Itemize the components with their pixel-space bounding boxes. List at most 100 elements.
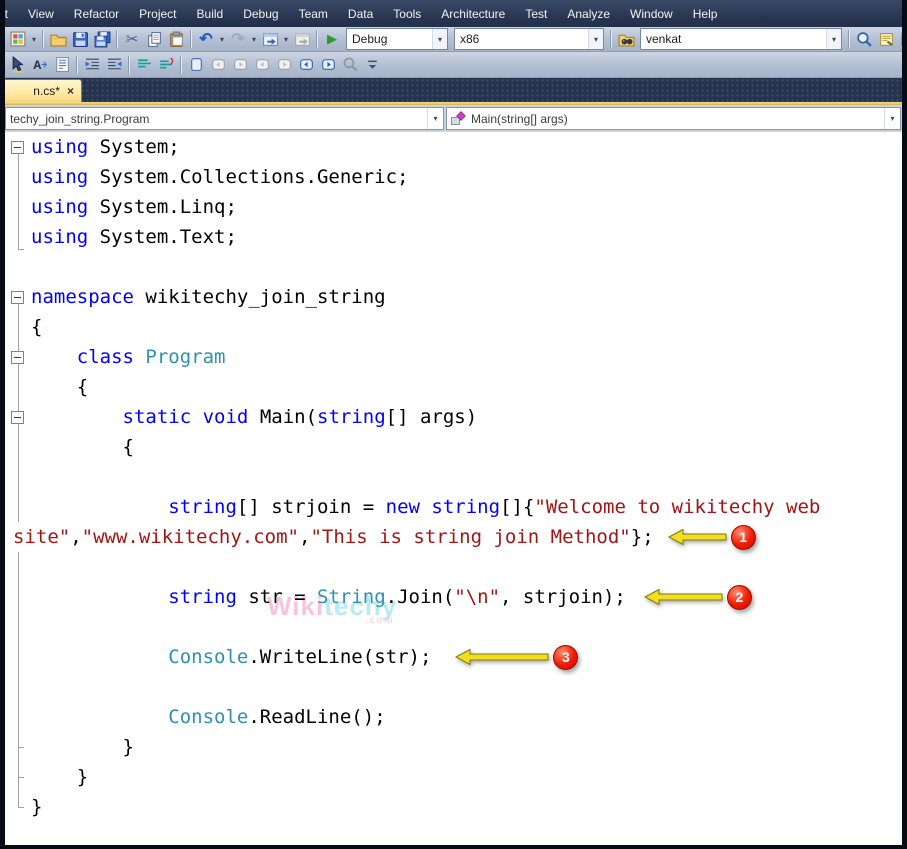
- document-tab-strip: n.cs* ×: [5, 78, 902, 102]
- outlining-gutter: [5, 312, 31, 342]
- code-line: using System.Collections.Generic;: [5, 162, 902, 192]
- navigate-window-disabled-icon[interactable]: [291, 29, 313, 49]
- code-editor[interactable]: Wikitechy.comusing System;using System.C…: [5, 132, 902, 845]
- undo-icon[interactable]: ↶: [195, 29, 217, 49]
- menu-item-it[interactable]: it: [5, 0, 18, 27]
- dropdown-caret-icon[interactable]: ▾: [29, 29, 39, 49]
- code-line: {: [5, 432, 902, 462]
- next-bookmark-document-icon[interactable]: [317, 55, 339, 75]
- menu-item-test[interactable]: Test: [515, 0, 557, 27]
- navigate-to-icon[interactable]: [853, 29, 875, 49]
- cut-icon[interactable]: ✂: [121, 29, 143, 49]
- previous-bookmark-document-icon[interactable]: [295, 55, 317, 75]
- code-text: namespace wikitechy_join_string: [31, 282, 386, 312]
- start-debug-icon[interactable]: ▶: [321, 29, 343, 49]
- menu-item-project[interactable]: Project: [129, 0, 186, 27]
- navigate-window-icon[interactable]: [259, 29, 281, 49]
- toolbar-separator: [316, 30, 318, 48]
- menu-item-data[interactable]: Data: [338, 0, 383, 27]
- types-dropdown-value: techy_join_string.Program: [6, 112, 427, 126]
- find-combo[interactable]: venkat▾: [640, 28, 842, 50]
- menu-item-architecture[interactable]: Architecture: [431, 0, 515, 27]
- previous-bookmark-folder-icon[interactable]: [251, 55, 273, 75]
- next-bookmark-folder-icon[interactable]: [273, 55, 295, 75]
- code-line: class Program: [5, 342, 902, 372]
- code-text: {: [31, 312, 42, 342]
- open-file-icon[interactable]: [47, 29, 69, 49]
- display-formatting-icon[interactable]: [51, 55, 73, 75]
- svg-text:A: A: [33, 59, 42, 72]
- members-dropdown[interactable]: Main(string[] args) ▾: [446, 107, 901, 130]
- types-dropdown[interactable]: techy_join_string.Program ▾: [5, 107, 444, 130]
- clear-bookmarks-icon[interactable]: [339, 55, 361, 75]
- new-item-icon[interactable]: [7, 29, 29, 49]
- toggle-bookmark-icon[interactable]: [185, 55, 207, 75]
- toolbar-overflow-icon[interactable]: [361, 55, 383, 75]
- menu-item-build[interactable]: Build: [187, 0, 234, 27]
- uncomment-selection-icon[interactable]: [155, 55, 177, 75]
- code-line: site","www.wikitechy.com","This is strin…: [5, 522, 902, 552]
- find-in-files-icon[interactable]: [615, 29, 637, 49]
- outlining-gutter: [5, 372, 31, 402]
- chevron-down-icon[interactable]: ▾: [427, 108, 443, 129]
- decrease-indent-icon[interactable]: [81, 55, 103, 75]
- collapse-region-icon[interactable]: [11, 141, 24, 154]
- close-icon[interactable]: ×: [67, 85, 74, 97]
- object-browser-icon[interactable]: [897, 29, 902, 49]
- menu-item-analyze[interactable]: Analyze: [557, 0, 620, 27]
- code-line: using System.Linq;: [5, 192, 902, 222]
- menu-item-team[interactable]: Team: [289, 0, 338, 27]
- next-bookmark-icon[interactable]: [229, 55, 251, 75]
- outlining-gutter: [5, 792, 31, 822]
- properties-window-icon[interactable]: [875, 29, 897, 49]
- toolbar-separator: [42, 30, 44, 48]
- document-tab[interactable]: n.cs* ×: [5, 79, 82, 102]
- code-line: }: [5, 792, 902, 822]
- menu-item-tools[interactable]: Tools: [383, 0, 431, 27]
- dropdown-caret-icon[interactable]: ▾: [249, 29, 259, 49]
- chevron-down-icon[interactable]: ▾: [432, 29, 447, 49]
- paste-icon[interactable]: [165, 29, 187, 49]
- collapse-region-icon[interactable]: [11, 351, 24, 364]
- menu-item-view[interactable]: View: [18, 0, 64, 27]
- dropdown-caret-icon[interactable]: ▾: [281, 29, 291, 49]
- menu-item-debug[interactable]: Debug: [233, 0, 288, 27]
- toolbar-separator: [76, 56, 78, 74]
- outlining-gutter: [5, 762, 31, 792]
- code-line: }: [5, 762, 902, 792]
- menu-item-refactor[interactable]: Refactor: [64, 0, 129, 27]
- previous-bookmark-icon[interactable]: [207, 55, 229, 75]
- collapse-region-icon[interactable]: [11, 411, 24, 424]
- code-text: Console.ReadLine();: [31, 702, 386, 732]
- copy-icon[interactable]: [143, 29, 165, 49]
- save-all-icon[interactable]: [91, 29, 113, 49]
- code-text: }: [31, 732, 134, 762]
- convert-case-icon[interactable]: A: [29, 55, 51, 75]
- outlining-gutter: [5, 402, 31, 432]
- outlining-gutter: [5, 672, 31, 702]
- code-line: string[] strjoin = new string[]{"Welcome…: [5, 492, 902, 522]
- annotation-badge: 2: [727, 585, 752, 610]
- outlining-gutter: [5, 492, 31, 522]
- insert-snippet-pointer-icon[interactable]: [7, 55, 29, 75]
- chevron-down-icon[interactable]: ▾: [826, 29, 841, 49]
- menu-item-window[interactable]: Window: [620, 0, 683, 27]
- code-line: [5, 462, 902, 492]
- comment-selection-icon[interactable]: [133, 55, 155, 75]
- vs-window: itViewRefactorProjectBuildDebugTeamDataT…: [0, 0, 907, 849]
- increase-indent-icon[interactable]: [103, 55, 125, 75]
- save-icon[interactable]: [69, 29, 91, 49]
- menu-item-help[interactable]: Help: [683, 0, 728, 27]
- members-dropdown-value: Main(string[] args): [467, 112, 884, 126]
- redo-icon[interactable]: ↷: [227, 29, 249, 49]
- chevron-down-icon[interactable]: ▾: [884, 108, 900, 129]
- chevron-down-icon[interactable]: ▾: [588, 29, 603, 49]
- navigation-bar: techy_join_string.Program ▾ Main(string[…: [5, 105, 902, 132]
- dropdown-caret-icon[interactable]: ▾: [217, 29, 227, 49]
- menu-bar: itViewRefactorProjectBuildDebugTeamDataT…: [5, 0, 902, 27]
- solution-configurations-combo[interactable]: Debug▾: [346, 28, 448, 50]
- collapse-region-icon[interactable]: [11, 291, 24, 304]
- toolbar-separator: [128, 56, 130, 74]
- standard-toolbar: ▾✂↶▾↷▾▾▶Debug▾x86▾venkat▾: [5, 27, 902, 52]
- solution-platforms-combo[interactable]: x86▾: [454, 28, 604, 50]
